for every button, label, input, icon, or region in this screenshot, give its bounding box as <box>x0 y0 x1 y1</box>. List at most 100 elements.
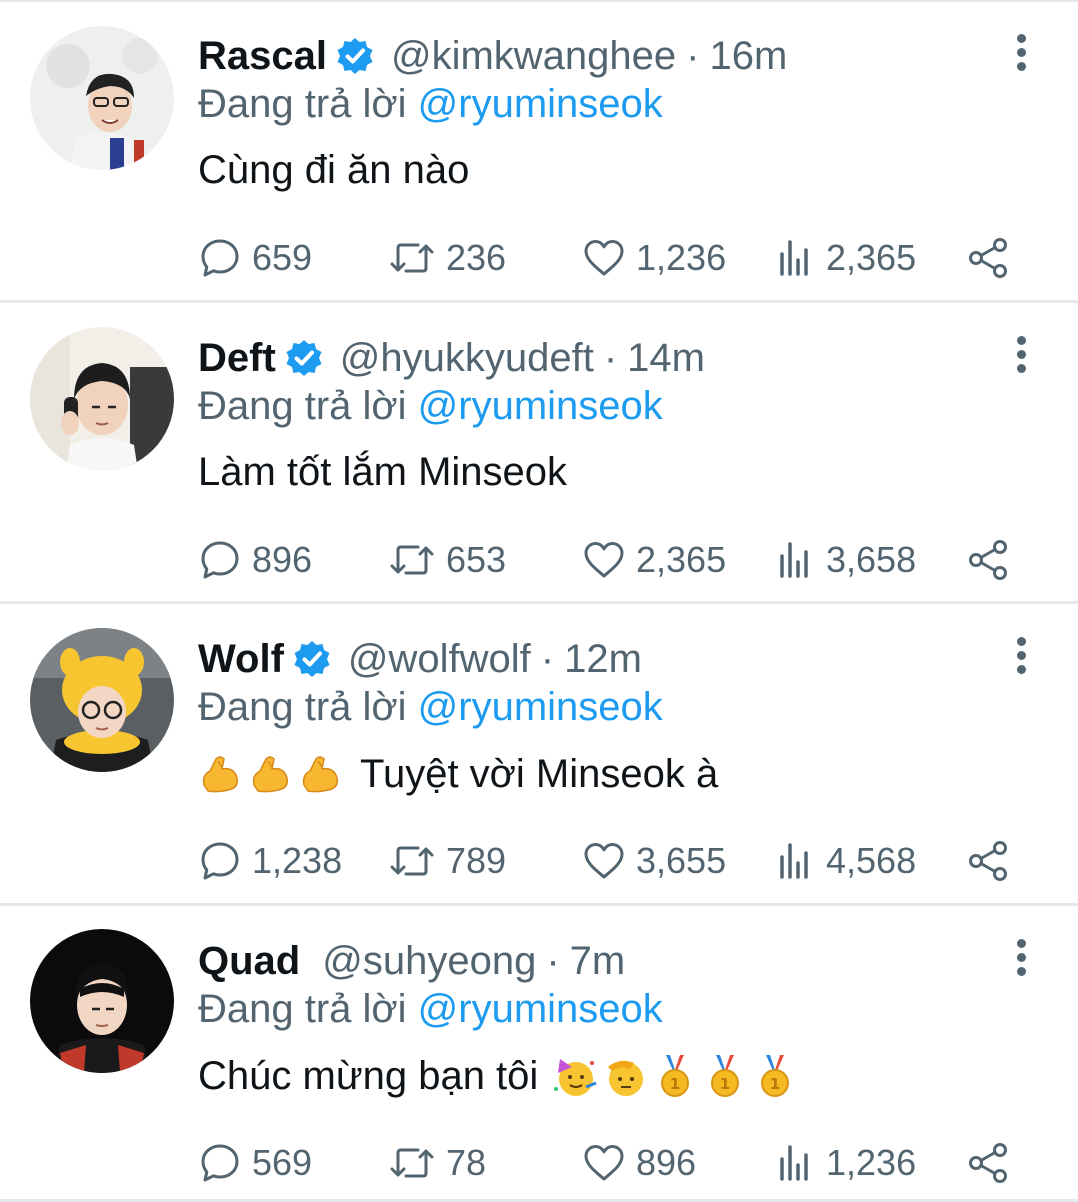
avatar[interactable] <box>30 929 174 1073</box>
tweet-card[interactable]: Quad @suhyeong · 7m Đang trả lời @ryumin… <box>0 905 1078 1202</box>
reply-button[interactable]: 1,238 <box>198 835 342 887</box>
tweet-text: Tuyệt vời Minseok à <box>198 751 718 797</box>
first-place-medal-emoji: 1 <box>761 1055 790 1097</box>
tweet-card[interactable]: Rascal @kimkwanghee · 16m Đang trả lời @… <box>0 0 1078 302</box>
tweet-header: Deft @hyukkyudeft · 14m <box>198 332 705 384</box>
svg-text:1: 1 <box>670 1075 680 1093</box>
reply-count: 569 <box>252 1142 313 1183</box>
views-button[interactable]: 2,365 <box>776 232 916 284</box>
like-button[interactable]: 2,365 <box>582 534 726 586</box>
share-button[interactable] <box>966 835 1020 887</box>
more-vertical-icon[interactable] <box>1006 637 1036 677</box>
like-count: 896 <box>636 1142 697 1183</box>
retweet-button[interactable]: 236 <box>388 232 506 284</box>
share-icon <box>969 540 1007 580</box>
reply-count: 659 <box>252 237 313 278</box>
tweet-header: Wolf @wolfwolf · 12m <box>198 633 642 685</box>
saluting-face-emoji <box>608 1060 644 1096</box>
tweet-text-content: Tuyệt vời Minseok à <box>360 751 719 796</box>
retweet-icon <box>390 545 434 575</box>
replying-to: Đang trả lời @ryuminseok <box>198 987 663 1032</box>
retweet-button[interactable]: 789 <box>388 835 506 887</box>
reply-prefix: Đang trả lời <box>198 987 407 1031</box>
share-button[interactable] <box>966 534 1020 586</box>
reply-prefix: Đang trả lời <box>198 384 407 428</box>
tweet-actions: 1,238 789 3,655 4,568 <box>198 835 1018 887</box>
retweet-count: 789 <box>446 840 507 881</box>
tweet-text-content: Cùng đi ăn nào <box>198 148 470 192</box>
share-icon <box>969 238 1007 278</box>
avatar[interactable] <box>30 26 174 170</box>
like-button[interactable]: 3,655 <box>582 835 726 887</box>
reply-button[interactable]: 569 <box>198 1137 312 1189</box>
retweet-count: 78 <box>446 1142 487 1183</box>
more-vertical-icon[interactable] <box>1006 34 1036 74</box>
retweet-icon <box>390 846 434 876</box>
avatar[interactable] <box>30 628 174 772</box>
like-count: 2,365 <box>636 539 727 580</box>
user-handle[interactable]: @wolfwolf <box>348 637 531 682</box>
svg-text:1: 1 <box>770 1075 780 1093</box>
views-button[interactable]: 4,568 <box>776 835 916 887</box>
display-name[interactable]: Rascal <box>198 34 327 79</box>
reply-prefix: Đang trả lời <box>198 685 407 729</box>
share-button[interactable] <box>966 232 1020 284</box>
retweet-icon <box>390 243 434 273</box>
reply-to-handle[interactable]: @ryuminseok <box>418 82 663 126</box>
heart-icon <box>584 1145 624 1181</box>
reply-to-handle[interactable]: @ryuminseok <box>418 987 663 1031</box>
tweet-card[interactable]: Wolf @wolfwolf · 12m Đang trả lời @ryumi… <box>0 603 1078 903</box>
views-button[interactable]: 1,236 <box>776 1137 916 1189</box>
reply-to-handle[interactable]: @ryuminseok <box>418 384 663 428</box>
view-count: 1,236 <box>826 1142 917 1183</box>
avatar[interactable] <box>30 327 174 471</box>
more-vertical-icon[interactable] <box>1006 939 1036 979</box>
flexed-biceps-emoji <box>302 756 339 793</box>
tweet-card[interactable]: Deft @hyukkyudeft · 14m Đang trả lời @ry… <box>0 302 1078 602</box>
timestamp[interactable]: 14m <box>627 336 705 381</box>
views-button[interactable]: 3,658 <box>776 534 916 586</box>
heart-icon <box>584 843 624 879</box>
heart-icon <box>584 240 624 276</box>
user-handle[interactable]: @hyukkyudeft <box>340 336 594 381</box>
tweet-text-content: Làm tốt lắm Minseok <box>198 450 568 494</box>
reply-icon <box>201 1144 239 1182</box>
separator-dot: · <box>686 33 700 78</box>
timestamp[interactable]: 7m <box>570 939 626 984</box>
reply-to-handle[interactable]: @ryuminseok <box>418 685 663 729</box>
replying-to: Đang trả lời @ryuminseok <box>198 82 663 127</box>
tweet-actions: 896 653 2,365 3,658 <box>198 534 1018 586</box>
retweet-button[interactable]: 78 <box>388 1137 486 1189</box>
timestamp[interactable]: 12m <box>564 637 642 682</box>
flexed-biceps-emoji <box>202 756 239 793</box>
like-button[interactable]: 1,236 <box>582 232 726 284</box>
tweet-actions: 569 78 896 1,236 <box>198 1137 1018 1189</box>
reply-icon <box>201 239 239 277</box>
svg-text:1: 1 <box>720 1075 730 1093</box>
timestamp[interactable]: 16m <box>710 34 788 79</box>
partying-face-emoji <box>554 1059 597 1096</box>
share-button[interactable] <box>966 1137 1020 1189</box>
user-handle[interactable]: @kimkwanghee <box>391 34 676 79</box>
tweet-actions: 659 236 1,236 2,365 <box>198 232 1018 284</box>
heart-icon <box>584 542 624 578</box>
more-vertical-icon[interactable] <box>1006 336 1036 376</box>
like-count: 1,236 <box>636 237 727 278</box>
reply-button[interactable]: 659 <box>198 232 312 284</box>
display-name[interactable]: Quad <box>198 939 300 984</box>
reply-button[interactable]: 896 <box>198 534 312 586</box>
flexed-biceps-emoji <box>252 756 289 793</box>
display-name[interactable]: Deft <box>198 336 276 381</box>
tweet-header: Quad @suhyeong · 7m <box>198 935 625 987</box>
reply-icon <box>201 842 239 880</box>
like-button[interactable]: 896 <box>582 1137 696 1189</box>
retweet-button[interactable]: 653 <box>388 534 506 586</box>
replying-to: Đang trả lời @ryuminseok <box>198 384 663 429</box>
views-icon <box>780 240 808 276</box>
tweet-text: Làm tốt lắm Minseok <box>198 450 567 495</box>
first-place-medal-emoji: 1 <box>661 1055 690 1097</box>
display-name[interactable]: Wolf <box>198 637 284 682</box>
separator-dot: · <box>546 938 560 983</box>
share-icon <box>969 841 1007 881</box>
user-handle[interactable]: @suhyeong <box>322 939 536 984</box>
